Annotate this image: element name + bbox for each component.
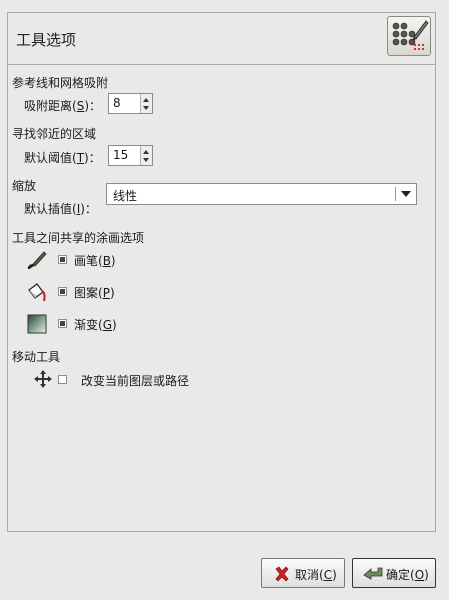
pattern-bucket-icon (28, 283, 46, 302)
checkbox-pattern[interactable] (58, 287, 67, 296)
threshold-spin-buttons[interactable] (140, 146, 152, 165)
brush-icon (27, 251, 47, 270)
chevron-down-icon[interactable] (143, 106, 149, 110)
section-title-scaling: 缩放 (12, 179, 37, 193)
option-label-gradient[interactable]: 渐变(G) (74, 316, 117, 333)
close-icon (275, 566, 289, 582)
cancel-button-label: 取消(C) (295, 568, 337, 582)
checkbox-move-layer-or-path[interactable] (58, 375, 67, 384)
threshold-value[interactable]: 15 (113, 148, 128, 162)
section-title-move-tool: 移动工具 (12, 350, 61, 364)
snap-distance-stepper[interactable]: 8 (108, 93, 153, 114)
interpolation-value[interactable]: 线性 (113, 187, 137, 204)
threshold-label: 默认阈值(T)： (24, 151, 101, 165)
snap-distance-value[interactable]: 8 (113, 96, 121, 110)
section-title-region: 寻找邻近的区域 (12, 127, 97, 141)
interpolation-select[interactable]: 线性 (106, 183, 417, 205)
option-label-pattern[interactable]: 图案(P) (74, 284, 115, 301)
snap-distance-spin-buttons[interactable] (140, 94, 152, 113)
chevron-up-icon[interactable] (143, 98, 149, 102)
snap-distance-label: 吸附距离(S)： (24, 99, 101, 113)
section-title-guides: 参考线和网格吸附 (12, 76, 109, 90)
checkbox-gradient[interactable] (58, 319, 67, 328)
move-arrows-icon (34, 370, 52, 388)
option-label-move-layer-or-path[interactable]: 改变当前图层或路径 (81, 372, 189, 389)
ok-button-label: 确定(O) (386, 568, 429, 582)
confirm-arrow-icon (363, 567, 383, 580)
chevron-up-icon[interactable] (143, 150, 149, 154)
option-label-brush[interactable]: 画笔(B) (74, 252, 116, 269)
panel-header: 工具选项 (8, 13, 435, 65)
tool-options-icon (387, 16, 431, 56)
interpolation-label: 默认插值(I)： (24, 202, 97, 216)
threshold-stepper[interactable]: 15 (108, 145, 153, 166)
checkbox-brush[interactable] (58, 255, 67, 264)
chevron-down-icon[interactable] (143, 158, 149, 162)
ok-button[interactable]: 确定(O) (352, 558, 436, 588)
cancel-button[interactable]: 取消(C) (261, 558, 345, 588)
combo-divider (395, 187, 396, 201)
section-title-paint-options: 工具之间共享的涂画选项 (12, 231, 145, 245)
chevron-down-icon[interactable] (401, 191, 411, 197)
page-title: 工具选项 (16, 31, 77, 49)
gradient-icon (27, 314, 47, 334)
